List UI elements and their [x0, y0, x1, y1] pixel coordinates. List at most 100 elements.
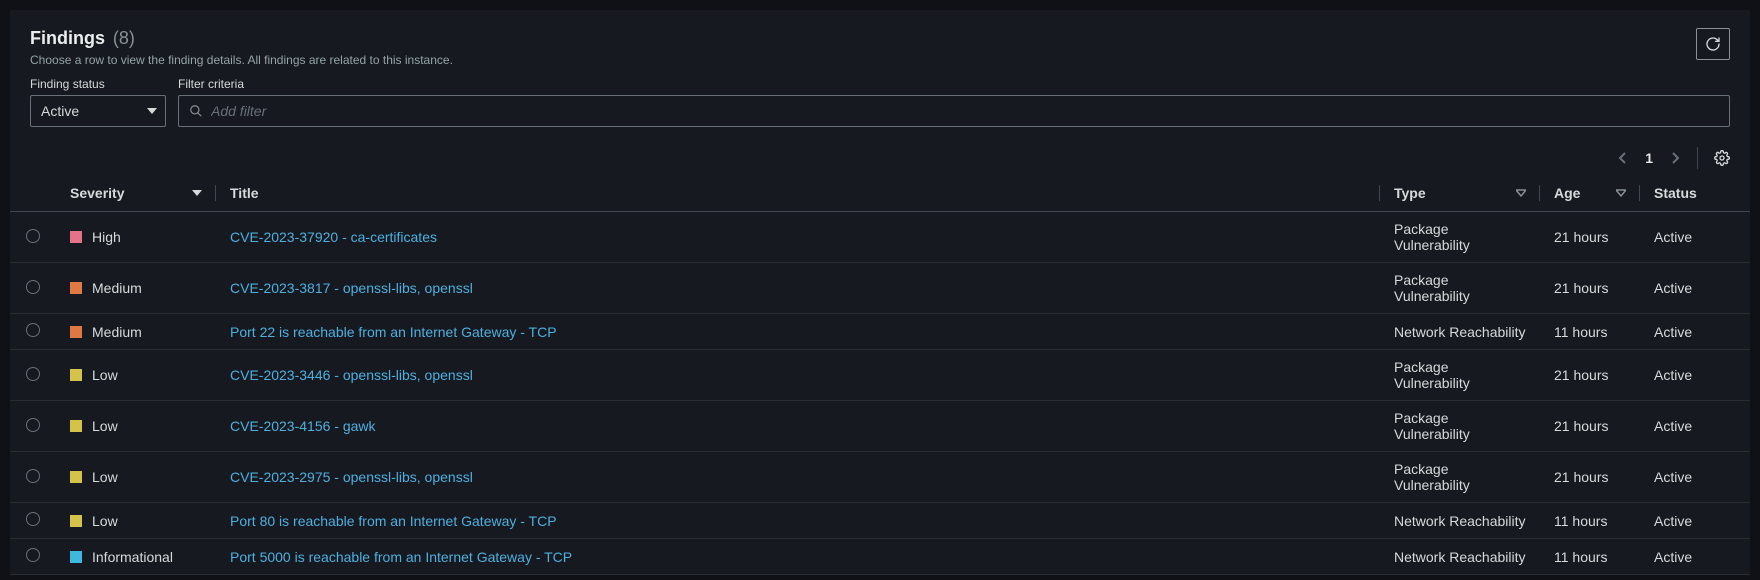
status-cell: Active	[1640, 263, 1750, 314]
finding-title-link[interactable]: Port 80 is reachable from an Internet Ga…	[230, 513, 557, 529]
sort-icon	[1516, 188, 1526, 198]
title-cell: CVE-2023-37920 - ca-certificates	[216, 212, 1380, 263]
caret-down-icon	[147, 106, 157, 116]
status-cell: Active	[1640, 314, 1750, 350]
severity-cell: Low	[56, 401, 216, 452]
title-block: Findings (8) Choose a row to view the fi…	[30, 28, 453, 67]
finding-title-link[interactable]: CVE-2023-2975 - openssl-libs, openssl	[230, 469, 473, 485]
type-cell: Package Vulnerability	[1380, 401, 1540, 452]
age-cell: 11 hours	[1540, 314, 1640, 350]
severity-swatch-icon	[70, 471, 82, 483]
severity-text: Medium	[92, 324, 142, 340]
col-type[interactable]: Type	[1380, 175, 1540, 212]
type-cell: Package Vulnerability	[1380, 263, 1540, 314]
row-radio[interactable]	[26, 512, 40, 526]
table-row[interactable]: Low CVE-2023-3446 - openssl-libs, openssl…	[10, 350, 1750, 401]
table-row[interactable]: Low CVE-2023-2975 - openssl-libs, openssl…	[10, 452, 1750, 503]
title-cell: Port 22 is reachable from an Internet Ga…	[216, 314, 1380, 350]
title-cell: Port 80 is reachable from an Internet Ga…	[216, 503, 1380, 539]
type-cell: Package Vulnerability	[1380, 452, 1540, 503]
title-cell: CVE-2023-4156 - gawk	[216, 401, 1380, 452]
row-radio[interactable]	[26, 280, 40, 294]
sort-desc-icon	[192, 188, 202, 198]
row-radio[interactable]	[26, 469, 40, 483]
sort-icon	[1616, 188, 1626, 198]
row-radio[interactable]	[26, 367, 40, 381]
type-cell: Package Vulnerability	[1380, 350, 1540, 401]
severity-swatch-icon	[70, 282, 82, 294]
filter-criteria-label: Filter criteria	[178, 77, 1730, 91]
table-row[interactable]: Informational Port 5000 is reachable from…	[10, 539, 1750, 575]
filter-criteria-group: Filter criteria	[178, 77, 1730, 127]
status-cell: Active	[1640, 350, 1750, 401]
row-select-cell	[10, 539, 56, 575]
table-row[interactable]: High CVE-2023-37920 - ca-certificates Pack…	[10, 212, 1750, 263]
severity-text: Low	[92, 418, 118, 434]
table-row[interactable]: Low Port 80 is reachable from an Internet…	[10, 503, 1750, 539]
row-select-cell	[10, 263, 56, 314]
table-row[interactable]: Medium CVE-2023-3817 - openssl-libs, open…	[10, 263, 1750, 314]
settings-button[interactable]	[1712, 148, 1732, 168]
severity-swatch-icon	[70, 420, 82, 432]
findings-count: (8)	[113, 28, 135, 48]
findings-table: Severity Title Type Age	[10, 175, 1750, 575]
filters-row: Finding status Active Filter criteria	[10, 71, 1750, 141]
page-title: Findings	[30, 28, 105, 48]
filter-criteria-input-wrap[interactable]	[178, 95, 1730, 127]
finding-title-link[interactable]: CVE-2023-3446 - openssl-libs, openssl	[230, 367, 473, 383]
severity-cell: Medium	[56, 263, 216, 314]
search-icon	[189, 104, 203, 118]
refresh-icon	[1705, 36, 1721, 52]
severity-swatch-icon	[70, 326, 82, 338]
prev-page-button[interactable]	[1615, 150, 1631, 166]
col-severity[interactable]: Severity	[56, 175, 216, 212]
severity-swatch-icon	[70, 551, 82, 563]
finding-status-group: Finding status Active	[30, 77, 166, 127]
row-radio[interactable]	[26, 323, 40, 337]
status-cell: Active	[1640, 452, 1750, 503]
age-cell: 21 hours	[1540, 212, 1640, 263]
row-select-cell	[10, 401, 56, 452]
status-cell: Active	[1640, 503, 1750, 539]
pager: 1	[1615, 150, 1683, 166]
row-radio[interactable]	[26, 548, 40, 562]
next-page-button[interactable]	[1667, 150, 1683, 166]
finding-title-link[interactable]: CVE-2023-3817 - openssl-libs, openssl	[230, 280, 473, 296]
age-cell: 21 hours	[1540, 263, 1640, 314]
finding-status-select[interactable]: Active	[30, 95, 166, 127]
finding-title-link[interactable]: Port 22 is reachable from an Internet Ga…	[230, 324, 557, 340]
severity-cell: Low	[56, 503, 216, 539]
row-select-cell	[10, 452, 56, 503]
col-title[interactable]: Title	[216, 175, 1380, 212]
severity-cell: High	[56, 212, 216, 263]
finding-title-link[interactable]: Port 5000 is reachable from an Internet …	[230, 549, 572, 565]
table-row[interactable]: Low CVE-2023-4156 - gawk Package Vulnerabi…	[10, 401, 1750, 452]
severity-text: Low	[92, 469, 118, 485]
type-cell: Network Reachability	[1380, 503, 1540, 539]
severity-text: High	[92, 229, 121, 245]
title-cell: CVE-2023-3446 - openssl-libs, openssl	[216, 350, 1380, 401]
type-cell: Package Vulnerability	[1380, 212, 1540, 263]
age-cell: 11 hours	[1540, 539, 1640, 575]
age-cell: 21 hours	[1540, 401, 1640, 452]
col-age[interactable]: Age	[1540, 175, 1640, 212]
severity-cell: Informational	[56, 539, 216, 575]
finding-title-link[interactable]: CVE-2023-37920 - ca-certificates	[230, 229, 437, 245]
title-cell: CVE-2023-2975 - openssl-libs, openssl	[216, 452, 1380, 503]
col-age-label: Age	[1554, 185, 1580, 201]
col-status[interactable]: Status	[1640, 175, 1750, 212]
type-cell: Network Reachability	[1380, 314, 1540, 350]
col-status-label: Status	[1654, 185, 1697, 201]
refresh-button[interactable]	[1696, 28, 1730, 60]
status-cell: Active	[1640, 212, 1750, 263]
col-title-label: Title	[230, 185, 259, 201]
row-radio[interactable]	[26, 418, 40, 432]
page-number: 1	[1645, 150, 1653, 166]
table-row[interactable]: Medium Port 22 is reachable from an Inter…	[10, 314, 1750, 350]
severity-cell: Medium	[56, 314, 216, 350]
row-radio[interactable]	[26, 229, 40, 243]
filter-criteria-input[interactable]	[211, 103, 1719, 119]
severity-text: Low	[92, 367, 118, 383]
finding-title-link[interactable]: CVE-2023-4156 - gawk	[230, 418, 376, 434]
title-cell: Port 5000 is reachable from an Internet …	[216, 539, 1380, 575]
